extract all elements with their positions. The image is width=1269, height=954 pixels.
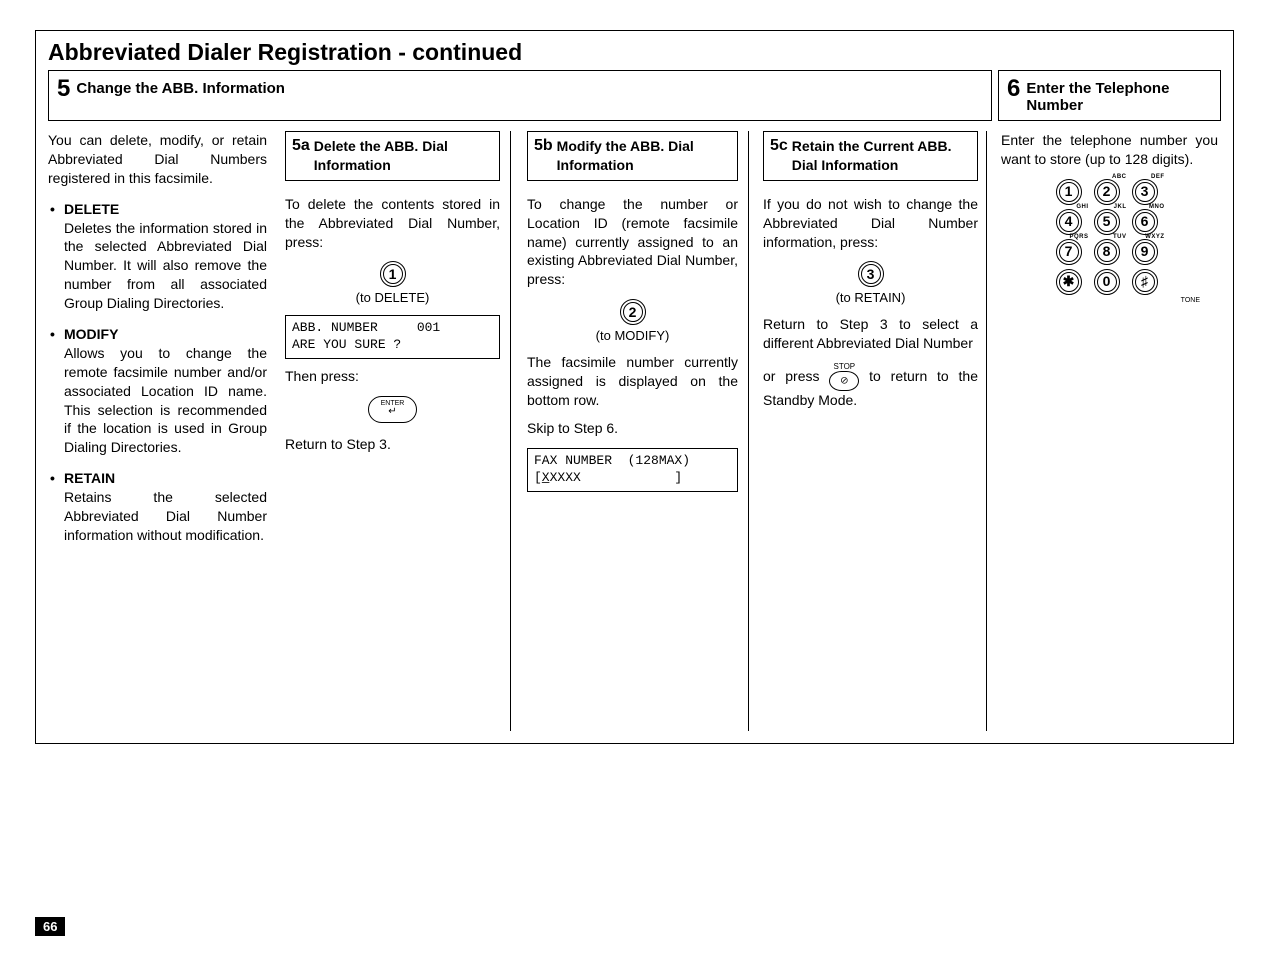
- lcd-5b: FAX NUMBER (128MAX) [X̲XXXX ]: [527, 448, 738, 492]
- enter-button-icon: ENTER ↵: [368, 396, 418, 423]
- option-modify-title: MODIFY: [64, 325, 267, 344]
- key-1-label: (to DELETE): [285, 289, 500, 307]
- sub-title-5c: Retain the Current ABB. Dial Information: [792, 137, 971, 175]
- column-6: Enter the telephone number you want to s…: [993, 131, 1218, 731]
- keypad-7: 7PQRS: [1056, 239, 1082, 265]
- outer-frame: Abbreviated Dialer Registration - contin…: [35, 30, 1234, 744]
- stop-label: STOP: [829, 363, 859, 371]
- options-list: DELETE Deletes the information stored in…: [48, 200, 267, 545]
- column-5b: 5b Modify the ABB. Dial Information To c…: [517, 131, 749, 731]
- key-3-label: (to RETAIN): [763, 289, 978, 307]
- p-5c-3a: or press: [763, 368, 829, 384]
- option-modify-text: Allows you to change the remote facsimil…: [64, 345, 267, 455]
- column-5a: 5a Delete the ABB. Dial Information To d…: [279, 131, 511, 731]
- keypad-1: 1: [1056, 179, 1082, 205]
- keypad-9: 9WXYZ: [1132, 239, 1158, 265]
- sub-num-5b: 5b: [534, 137, 553, 155]
- keypad-6: 6MNO: [1132, 209, 1158, 235]
- keypad-5: 5JKL: [1094, 209, 1120, 235]
- column-5c: 5c Retain the Current ABB. Dial Informat…: [755, 131, 987, 731]
- lcd-5a: ABB. NUMBER 001 ARE YOU SURE ?: [285, 315, 500, 359]
- step5-header: 5 Change the ABB. Information: [48, 70, 992, 121]
- p-5b-3: Skip to Step 6.: [527, 419, 738, 438]
- key-2-icon: 2: [620, 299, 646, 325]
- sub-header-5c: 5c Retain the Current ABB. Dial Informat…: [763, 131, 978, 181]
- sub-title-5a: Delete the ABB. Dial Information: [314, 137, 493, 175]
- sub-header-5a: 5a Delete the ABB. Dial Information: [285, 131, 500, 181]
- option-retain: RETAIN Retains the selected Abbreviated …: [48, 469, 267, 545]
- option-delete-title: DELETE: [64, 200, 267, 219]
- keypad-3: 3DEF: [1132, 179, 1158, 205]
- option-delete: DELETE Deletes the information stored in…: [48, 200, 267, 313]
- key-1-icon: 1: [380, 261, 406, 287]
- keypad-hash: ♯: [1132, 269, 1158, 295]
- tone-label: TONE: [1001, 296, 1218, 305]
- stop-button-icon: [829, 371, 859, 391]
- intro-column: You can delete, modify, or retain Abbrev…: [48, 131, 273, 731]
- option-modify: MODIFY Allows you to change the remote f…: [48, 325, 267, 457]
- step6-number: 6: [1007, 77, 1020, 101]
- option-delete-text: Deletes the information stored in the se…: [64, 220, 267, 312]
- sub-num-5c: 5c: [770, 137, 788, 155]
- header-row: 5 Change the ABB. Information 6 Enter th…: [48, 70, 1221, 121]
- keypad-2: 2ABC: [1094, 179, 1120, 205]
- content-row: You can delete, modify, or retain Abbrev…: [48, 131, 1221, 731]
- sub-num-5a: 5a: [292, 137, 310, 155]
- p-5a-1: To delete the contents stored in the Abb…: [285, 195, 500, 252]
- step5-number: 5: [57, 77, 70, 101]
- p-5a-2: Then press:: [285, 367, 500, 386]
- option-retain-title: RETAIN: [64, 469, 267, 488]
- intro-text: You can delete, modify, or retain Abbrev…: [48, 131, 267, 188]
- main-title: Abbreviated Dialer Registration - contin…: [48, 39, 1221, 66]
- p-5c-2: Return to Step 3 to select a different A…: [763, 315, 978, 353]
- keypad-0: 0: [1094, 269, 1120, 295]
- p-5c-1: If you do not wish to change the Abbrevi…: [763, 195, 978, 252]
- step5-title: Change the ABB. Information: [76, 77, 285, 97]
- step6-title: Enter the Telephone Number: [1026, 77, 1212, 114]
- p-6-1: Enter the telephone number you want to s…: [1001, 131, 1218, 169]
- sub-title-5b: Modify the ABB. Dial Information: [557, 137, 731, 175]
- key-2-label: (to MODIFY): [527, 327, 738, 345]
- keypad-icon: 1 2ABC 3DEF 4GHI 5JKL 6MNO 7PQRS 8TUV 9W…: [1001, 179, 1218, 295]
- keypad-4: 4GHI: [1056, 209, 1082, 235]
- p-5a-3: Return to Step 3.: [285, 435, 500, 454]
- sub-header-5b: 5b Modify the ABB. Dial Information: [527, 131, 738, 181]
- keypad-8: 8TUV: [1094, 239, 1120, 265]
- key-3-icon: 3: [858, 261, 884, 287]
- p-5c-3: or press STOP to return to the Standby M…: [763, 363, 978, 410]
- p-5b-2: The facsimile number currently assigned …: [527, 353, 738, 410]
- page-number: 66: [35, 917, 65, 936]
- keypad-star: ✱: [1056, 269, 1082, 295]
- step6-header: 6 Enter the Telephone Number: [998, 70, 1221, 121]
- enter-arrow-icon: ↵: [381, 407, 405, 417]
- option-retain-text: Retains the selected Abbreviated Dial Nu…: [64, 489, 267, 543]
- p-5b-1: To change the number or Location ID (rem…: [527, 195, 738, 289]
